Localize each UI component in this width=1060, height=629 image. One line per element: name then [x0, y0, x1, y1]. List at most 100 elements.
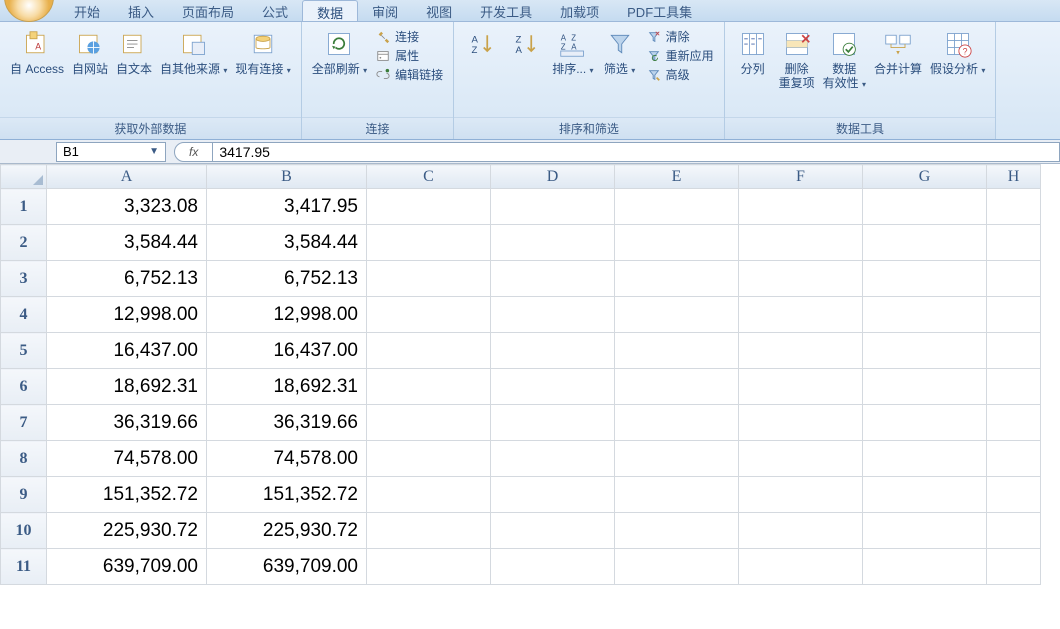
tab-2[interactable]: 页面布局 [168, 0, 248, 21]
properties-button[interactable]: 属性 [375, 47, 443, 64]
formula-input[interactable]: 3417.95 [213, 142, 1060, 162]
cell-E7[interactable] [615, 405, 739, 441]
cell-D3[interactable] [491, 261, 615, 297]
tab-5[interactable]: 审阅 [358, 0, 412, 21]
cell-B5[interactable]: 16,437.00 [207, 333, 367, 369]
from-access-button[interactable]: A自 Access [6, 26, 68, 78]
cell-D8[interactable] [491, 441, 615, 477]
cell-B11[interactable]: 639,709.00 [207, 549, 367, 585]
cell-B1[interactable]: 3,417.95 [207, 189, 367, 225]
tab-6[interactable]: 视图 [412, 0, 466, 21]
edit-links-button[interactable]: 编辑链接 [375, 66, 443, 83]
cell-H9[interactable] [987, 477, 1041, 513]
cell-F6[interactable] [739, 369, 863, 405]
row-header-10[interactable]: 10 [1, 513, 47, 549]
row-header-9[interactable]: 9 [1, 477, 47, 513]
refresh-all-button[interactable]: 全部刷新 ▾ [308, 26, 371, 80]
cell-A4[interactable]: 12,998.00 [47, 297, 207, 333]
cell-G11[interactable] [863, 549, 987, 585]
what-if-button[interactable]: ?假设分析 ▾ [926, 26, 989, 80]
tab-3[interactable]: 公式 [248, 0, 302, 21]
tab-4[interactable]: 数据 [302, 0, 358, 21]
cell-D5[interactable] [491, 333, 615, 369]
cell-A3[interactable]: 6,752.13 [47, 261, 207, 297]
cell-D10[interactable] [491, 513, 615, 549]
column-header-C[interactable]: C [367, 165, 491, 189]
cell-B7[interactable]: 36,319.66 [207, 405, 367, 441]
cell-A8[interactable]: 74,578.00 [47, 441, 207, 477]
cell-E11[interactable] [615, 549, 739, 585]
advanced-button[interactable]: 高级 [646, 66, 714, 83]
cell-G7[interactable] [863, 405, 987, 441]
filter-button[interactable]: 筛选 ▾ [598, 26, 642, 80]
cell-H3[interactable] [987, 261, 1041, 297]
row-header-5[interactable]: 5 [1, 333, 47, 369]
cell-E1[interactable] [615, 189, 739, 225]
cell-F4[interactable] [739, 297, 863, 333]
cell-H5[interactable] [987, 333, 1041, 369]
cell-C10[interactable] [367, 513, 491, 549]
cell-C9[interactable] [367, 477, 491, 513]
cell-C2[interactable] [367, 225, 491, 261]
worksheet[interactable]: ABCDEFGH13,323.083,417.9523,584.443,584.… [0, 164, 1060, 585]
cell-B6[interactable]: 18,692.31 [207, 369, 367, 405]
cell-E2[interactable] [615, 225, 739, 261]
cell-F1[interactable] [739, 189, 863, 225]
cell-A5[interactable]: 16,437.00 [47, 333, 207, 369]
data-validation-button[interactable]: 数据 有效性 ▾ [819, 26, 870, 94]
cell-C5[interactable] [367, 333, 491, 369]
cell-C11[interactable] [367, 549, 491, 585]
cell-H8[interactable] [987, 441, 1041, 477]
cell-F11[interactable] [739, 549, 863, 585]
cell-B8[interactable]: 74,578.00 [207, 441, 367, 477]
cell-D6[interactable] [491, 369, 615, 405]
cell-A9[interactable]: 151,352.72 [47, 477, 207, 513]
cell-G2[interactable] [863, 225, 987, 261]
text-to-columns-button[interactable]: 分列 [731, 26, 775, 78]
cell-D11[interactable] [491, 549, 615, 585]
cell-E4[interactable] [615, 297, 739, 333]
tab-1[interactable]: 插入 [114, 0, 168, 21]
cell-E9[interactable] [615, 477, 739, 513]
from-other-button[interactable]: 自其他来源 ▾ [156, 26, 231, 80]
cell-H6[interactable] [987, 369, 1041, 405]
sort-asc-button[interactable]: AZ [460, 26, 504, 64]
from-text-button[interactable]: 自文本 [112, 26, 156, 78]
consolidate-button[interactable]: 合并计算 [870, 26, 926, 78]
cell-G5[interactable] [863, 333, 987, 369]
from-web-button[interactable]: 自网站 [68, 26, 112, 78]
column-header-G[interactable]: G [863, 165, 987, 189]
cell-C7[interactable] [367, 405, 491, 441]
row-header-3[interactable]: 3 [1, 261, 47, 297]
cell-D4[interactable] [491, 297, 615, 333]
row-header-4[interactable]: 4 [1, 297, 47, 333]
cell-E8[interactable] [615, 441, 739, 477]
column-header-A[interactable]: A [47, 165, 207, 189]
cell-D1[interactable] [491, 189, 615, 225]
cell-F8[interactable] [739, 441, 863, 477]
cell-A6[interactable]: 18,692.31 [47, 369, 207, 405]
row-header-7[interactable]: 7 [1, 405, 47, 441]
cell-D2[interactable] [491, 225, 615, 261]
cell-A11[interactable]: 639,709.00 [47, 549, 207, 585]
tab-7[interactable]: 开发工具 [466, 0, 546, 21]
cell-A1[interactable]: 3,323.08 [47, 189, 207, 225]
cell-G1[interactable] [863, 189, 987, 225]
cell-G4[interactable] [863, 297, 987, 333]
sort-button[interactable]: AZZA排序... ▾ [548, 26, 597, 80]
row-header-11[interactable]: 11 [1, 549, 47, 585]
remove-duplicates-button[interactable]: 删除 重复项 [775, 26, 819, 92]
cell-B9[interactable]: 151,352.72 [207, 477, 367, 513]
cell-H7[interactable] [987, 405, 1041, 441]
cell-C6[interactable] [367, 369, 491, 405]
cell-D7[interactable] [491, 405, 615, 441]
cell-H2[interactable] [987, 225, 1041, 261]
column-header-D[interactable]: D [491, 165, 615, 189]
cell-F3[interactable] [739, 261, 863, 297]
cell-G6[interactable] [863, 369, 987, 405]
cell-B2[interactable]: 3,584.44 [207, 225, 367, 261]
cell-F10[interactable] [739, 513, 863, 549]
cell-C1[interactable] [367, 189, 491, 225]
row-header-6[interactable]: 6 [1, 369, 47, 405]
connections-button[interactable]: 连接 [375, 28, 443, 45]
